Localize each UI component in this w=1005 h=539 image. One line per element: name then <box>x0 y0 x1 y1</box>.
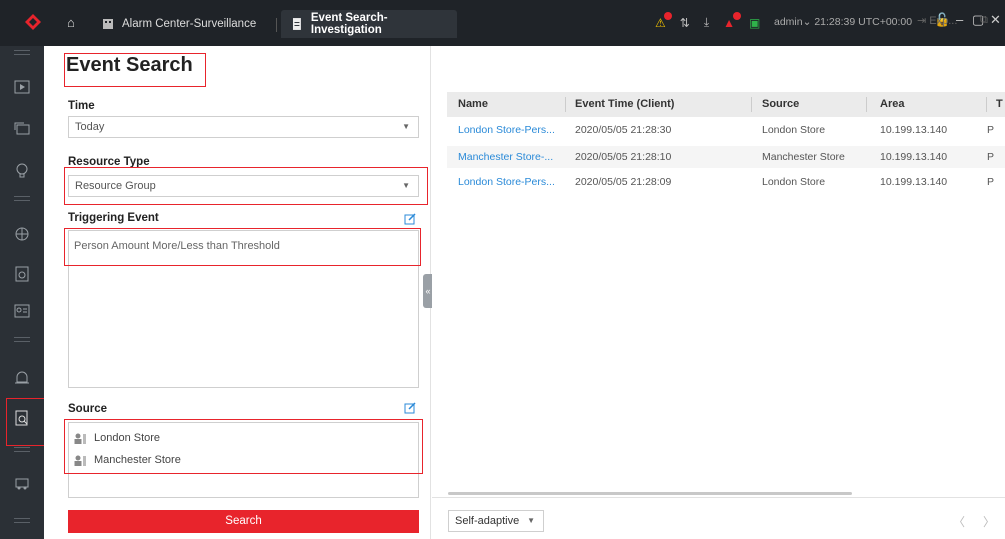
page-size-value: Self-adaptive <box>455 515 520 527</box>
search-button[interactable]: Search <box>68 510 419 533</box>
time-select[interactable]: Today ▼ <box>68 116 419 138</box>
user-name: admin <box>774 16 803 28</box>
column-header-type[interactable]: T <box>996 98 1003 110</box>
notification-icon[interactable]: ▲ <box>723 11 742 30</box>
table-row[interactable]: London Store-Pers... 2020/05/05 21:28:09… <box>447 171 1005 193</box>
live-view-icon[interactable] <box>0 72 44 102</box>
tab-event-search[interactable]: Event Search-Investigation <box>281 10 457 38</box>
column-header-name[interactable]: Name <box>458 98 488 110</box>
download-icon[interactable]: ⤓ <box>704 15 709 30</box>
monitor-icon[interactable]: ▣ <box>749 16 760 30</box>
playback-icon[interactable] <box>0 114 44 144</box>
source-label: Source <box>68 403 107 415</box>
search-panel: Event Search Time Today ▼ Resource Type … <box>44 46 431 539</box>
globe-icon[interactable] <box>0 219 44 249</box>
column-header-event-time[interactable]: Event Time (Client) <box>575 98 674 110</box>
system-icons: ⚠ ⇅ ⤓ ▲ ▣ <box>655 11 774 30</box>
column-header-area[interactable]: Area <box>880 98 904 110</box>
sidebar-divider <box>14 50 30 55</box>
person-card-icon[interactable] <box>0 296 44 326</box>
title-bar: ⌂ Alarm Center-Surveillance Event Search… <box>0 0 1005 46</box>
export-label: Exp... <box>929 15 958 27</box>
tab-alarm-center[interactable]: Alarm Center-Surveillance <box>92 10 272 38</box>
app-logo-icon <box>25 14 41 30</box>
event-source: London Store <box>762 124 826 136</box>
event-name-link[interactable]: London Store-Pers... <box>458 176 555 188</box>
table-header <box>447 92 1005 117</box>
page-size-select[interactable]: Self-adaptive ▼ <box>448 510 544 532</box>
sort-icon[interactable]: ⇅ <box>680 16 690 30</box>
event-type: P <box>987 124 995 136</box>
column-divider[interactable] <box>751 97 752 112</box>
tab-divider <box>276 18 277 32</box>
sidebar-divider <box>14 447 30 452</box>
event-area: 10.199.13.140 <box>880 124 948 136</box>
sidebar-divider <box>14 337 30 342</box>
column-divider[interactable] <box>866 97 867 112</box>
clock: 21:28:39 UTC+00:00 <box>814 16 913 28</box>
open-external-icon[interactable]: ⧉ <box>980 14 988 27</box>
event-time: 2020/05/05 21:28:30 <box>575 124 672 136</box>
table-row[interactable]: London Store-Pers... 2020/05/05 21:28:30… <box>447 119 1005 141</box>
event-area: 10.199.13.140 <box>880 151 948 163</box>
triggering-event-highlight <box>64 228 421 266</box>
edit-icon[interactable] <box>404 213 416 225</box>
time-label: Time <box>68 100 95 112</box>
warning-icon[interactable]: ⚠ <box>655 11 672 30</box>
edit-icon[interactable] <box>404 402 416 414</box>
next-page-icon[interactable]: 〉 <box>983 513 995 530</box>
sidebar-divider <box>14 196 30 201</box>
column-divider[interactable] <box>986 97 987 112</box>
event-type: P <box>987 176 995 188</box>
title-highlight <box>64 53 206 87</box>
home-icon[interactable]: ⌂ <box>67 15 75 30</box>
alarm-badge <box>663 11 672 20</box>
sidebar <box>0 46 44 539</box>
event-name-link[interactable]: London Store-Pers... <box>458 124 555 136</box>
tab-label: Event Search-Investigation <box>310 12 388 36</box>
building-icon <box>103 19 113 29</box>
user-info[interactable]: admin⌄ 21:28:39 UTC+00:00 <box>774 16 912 28</box>
event-source: London Store <box>762 176 826 188</box>
export-button[interactable]: ⇥ Exp... <box>917 14 957 27</box>
bulb-icon[interactable] <box>0 156 44 186</box>
vehicle-icon[interactable] <box>0 469 44 499</box>
triggering-event-label: Triggering Event <box>68 212 159 224</box>
source-highlight <box>64 419 423 474</box>
close-icon[interactable]: ✕ <box>990 12 1001 28</box>
event-time: 2020/05/05 21:28:09 <box>575 176 672 188</box>
device-icon[interactable] <box>0 259 44 289</box>
horizontal-scrollbar[interactable] <box>448 492 852 495</box>
previous-page-icon[interactable]: 〈 <box>953 513 965 530</box>
table-row[interactable]: Manchester Store-... 2020/05/05 21:28:10… <box>447 146 1005 168</box>
event-type: P <box>987 151 995 163</box>
time-value: Today <box>75 121 105 133</box>
alarm-icon[interactable] <box>0 362 44 392</box>
resource-type-highlight <box>64 167 428 205</box>
document-icon <box>292 18 301 30</box>
chevron-down-icon: ▼ <box>527 516 535 525</box>
divider <box>432 497 1005 498</box>
event-source: Manchester Store <box>762 151 845 163</box>
column-header-source[interactable]: Source <box>762 98 799 110</box>
event-time: 2020/05/05 21:28:10 <box>575 151 672 163</box>
tab-label: Alarm Center-Surveillance <box>122 18 257 30</box>
event-area: 10.199.13.140 <box>880 176 948 188</box>
column-divider[interactable] <box>565 97 566 112</box>
event-name-link[interactable]: Manchester Store-... <box>458 151 553 163</box>
sidebar-divider <box>14 518 30 523</box>
notify-badge <box>733 11 742 20</box>
export-icon: ⇥ <box>917 15 927 27</box>
chevron-down-icon: ▼ <box>402 122 410 131</box>
